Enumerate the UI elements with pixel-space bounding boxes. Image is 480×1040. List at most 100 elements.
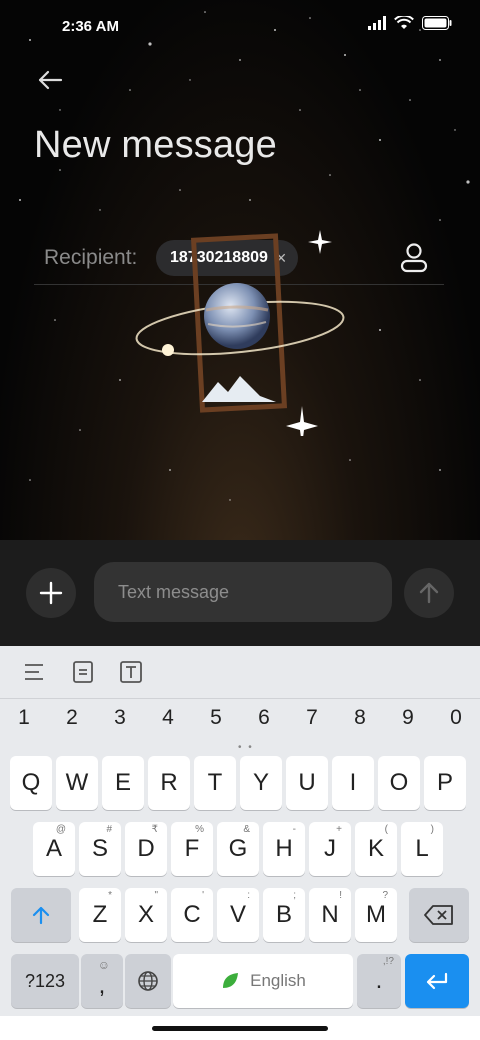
key-hint: @ — [55, 824, 66, 835]
period-hint: ,!? — [382, 956, 394, 967]
keyboard: 1234567890 • • QWERTYUIOP @ A # S ₹ D% F & G - H + J… — [0, 646, 480, 1040]
key-label: F — [184, 835, 200, 862]
backspace-key[interactable] — [409, 888, 469, 942]
space-key[interactable]: English — [173, 954, 353, 1008]
enter-icon — [426, 972, 448, 990]
emoji-icon: ☺ — [97, 958, 110, 972]
key-q[interactable]: Q — [10, 756, 52, 810]
send-arrow-icon — [419, 582, 439, 604]
message-input[interactable]: Text message — [94, 562, 392, 622]
key-hint: ' — [202, 890, 204, 901]
key-label: S — [91, 835, 108, 862]
home-indicator[interactable] — [152, 1026, 328, 1031]
key-hint: + — [336, 824, 342, 835]
key-label: W — [65, 769, 89, 796]
key-o[interactable]: O — [378, 756, 420, 810]
wifi-icon — [394, 16, 414, 29]
key-j[interactable]: + J — [309, 822, 351, 876]
key-hint: % — [195, 824, 204, 835]
number-6[interactable]: 6 — [240, 706, 288, 730]
key-z[interactable]: * Z — [79, 888, 121, 942]
key-hint: ! — [339, 890, 342, 901]
key-hint: ₹ — [151, 824, 158, 835]
key-label: D — [137, 835, 155, 862]
key-e[interactable]: E — [102, 756, 144, 810]
signal-icon — [368, 16, 386, 30]
key-b[interactable]: ; B — [263, 888, 305, 942]
space-language-label: English — [250, 971, 306, 990]
status-time: 2:36 AM — [62, 18, 119, 35]
key-p[interactable]: P — [424, 756, 466, 810]
key-label: B — [275, 901, 292, 928]
number-5[interactable]: 5 — [192, 706, 240, 730]
key-hint: " — [154, 890, 158, 901]
key-i[interactable]: I — [332, 756, 374, 810]
key-label: N — [321, 901, 339, 928]
key-hint: : — [247, 890, 250, 901]
key-v[interactable]: :V — [217, 888, 259, 942]
number-8[interactable]: 8 — [336, 706, 384, 730]
key-label: I — [349, 769, 357, 796]
number-9[interactable]: 9 — [384, 706, 432, 730]
key-h[interactable]: -H — [263, 822, 305, 876]
number-4[interactable]: 4 — [144, 706, 192, 730]
enter-key[interactable] — [405, 954, 469, 1008]
key-g[interactable]: & G — [217, 822, 259, 876]
symbols-key[interactable]: ?123 — [11, 954, 79, 1008]
key-l[interactable]: ) L — [401, 822, 443, 876]
key-y[interactable]: Y — [240, 756, 282, 810]
key-t[interactable]: T — [194, 756, 236, 810]
backspace-icon — [424, 905, 453, 925]
key-label: J — [324, 835, 336, 862]
page-title: New message — [34, 124, 277, 166]
key-hint: ? — [382, 890, 388, 901]
key-a[interactable]: @ A — [33, 822, 75, 876]
key-w[interactable]: W — [56, 756, 98, 810]
key-hint: - — [292, 824, 296, 835]
attach-button[interactable] — [26, 568, 76, 618]
number-7[interactable]: 7 — [288, 706, 336, 730]
key-u[interactable]: U — [286, 756, 328, 810]
send-button[interactable] — [404, 568, 454, 618]
key-hint: * — [108, 890, 112, 901]
language-key[interactable] — [125, 954, 171, 1008]
back-arrow-icon[interactable] — [34, 64, 66, 96]
period-key[interactable]: ,!? . — [357, 954, 401, 1008]
text-format-icon[interactable] — [119, 660, 143, 684]
number-2[interactable]: 2 — [48, 706, 96, 730]
key-label: Z — [92, 901, 108, 928]
key-label: A — [45, 835, 62, 862]
key-label: P — [436, 769, 453, 796]
key-x[interactable]: " X — [125, 888, 167, 942]
key-label: C — [183, 901, 201, 928]
key-s[interactable]: # S — [79, 822, 121, 876]
compose-bar: Text message — [0, 540, 480, 646]
planet-frame-illustration — [135, 230, 345, 436]
period-label: . — [375, 967, 383, 994]
number-3[interactable]: 3 — [96, 706, 144, 730]
key-label: O — [389, 769, 409, 796]
comma-label: , — [98, 972, 106, 999]
key-r[interactable]: R — [148, 756, 190, 810]
key-d[interactable]: ₹ D — [125, 822, 167, 876]
clipboard-icon[interactable] — [71, 660, 95, 684]
key-n[interactable]: ! N — [309, 888, 351, 942]
key-k[interactable]: (K — [355, 822, 397, 876]
menu-lines-icon[interactable] — [22, 660, 46, 684]
number-0[interactable]: 0 — [432, 706, 480, 730]
key-label: U — [298, 769, 316, 796]
keyboard-toolbar — [0, 646, 480, 699]
key-hint: & — [243, 824, 250, 835]
shift-key[interactable] — [11, 888, 71, 942]
number-1[interactable]: 1 — [0, 706, 48, 730]
status-bar: 2:36 AM — [0, 0, 480, 56]
plus-icon — [39, 581, 63, 605]
key-label: X — [137, 901, 154, 928]
message-screen: 2:36 AM New message Recipient: 187302188… — [0, 0, 480, 540]
key-m[interactable]: ? M — [355, 888, 397, 942]
contact-picker-icon[interactable] — [398, 240, 430, 274]
key-c[interactable]: ' C — [171, 888, 213, 942]
key-f[interactable]: % F — [171, 822, 213, 876]
recipient-label: Recipient: — [44, 246, 138, 269]
emoji-comma-key[interactable]: ☺ , — [81, 954, 123, 1008]
